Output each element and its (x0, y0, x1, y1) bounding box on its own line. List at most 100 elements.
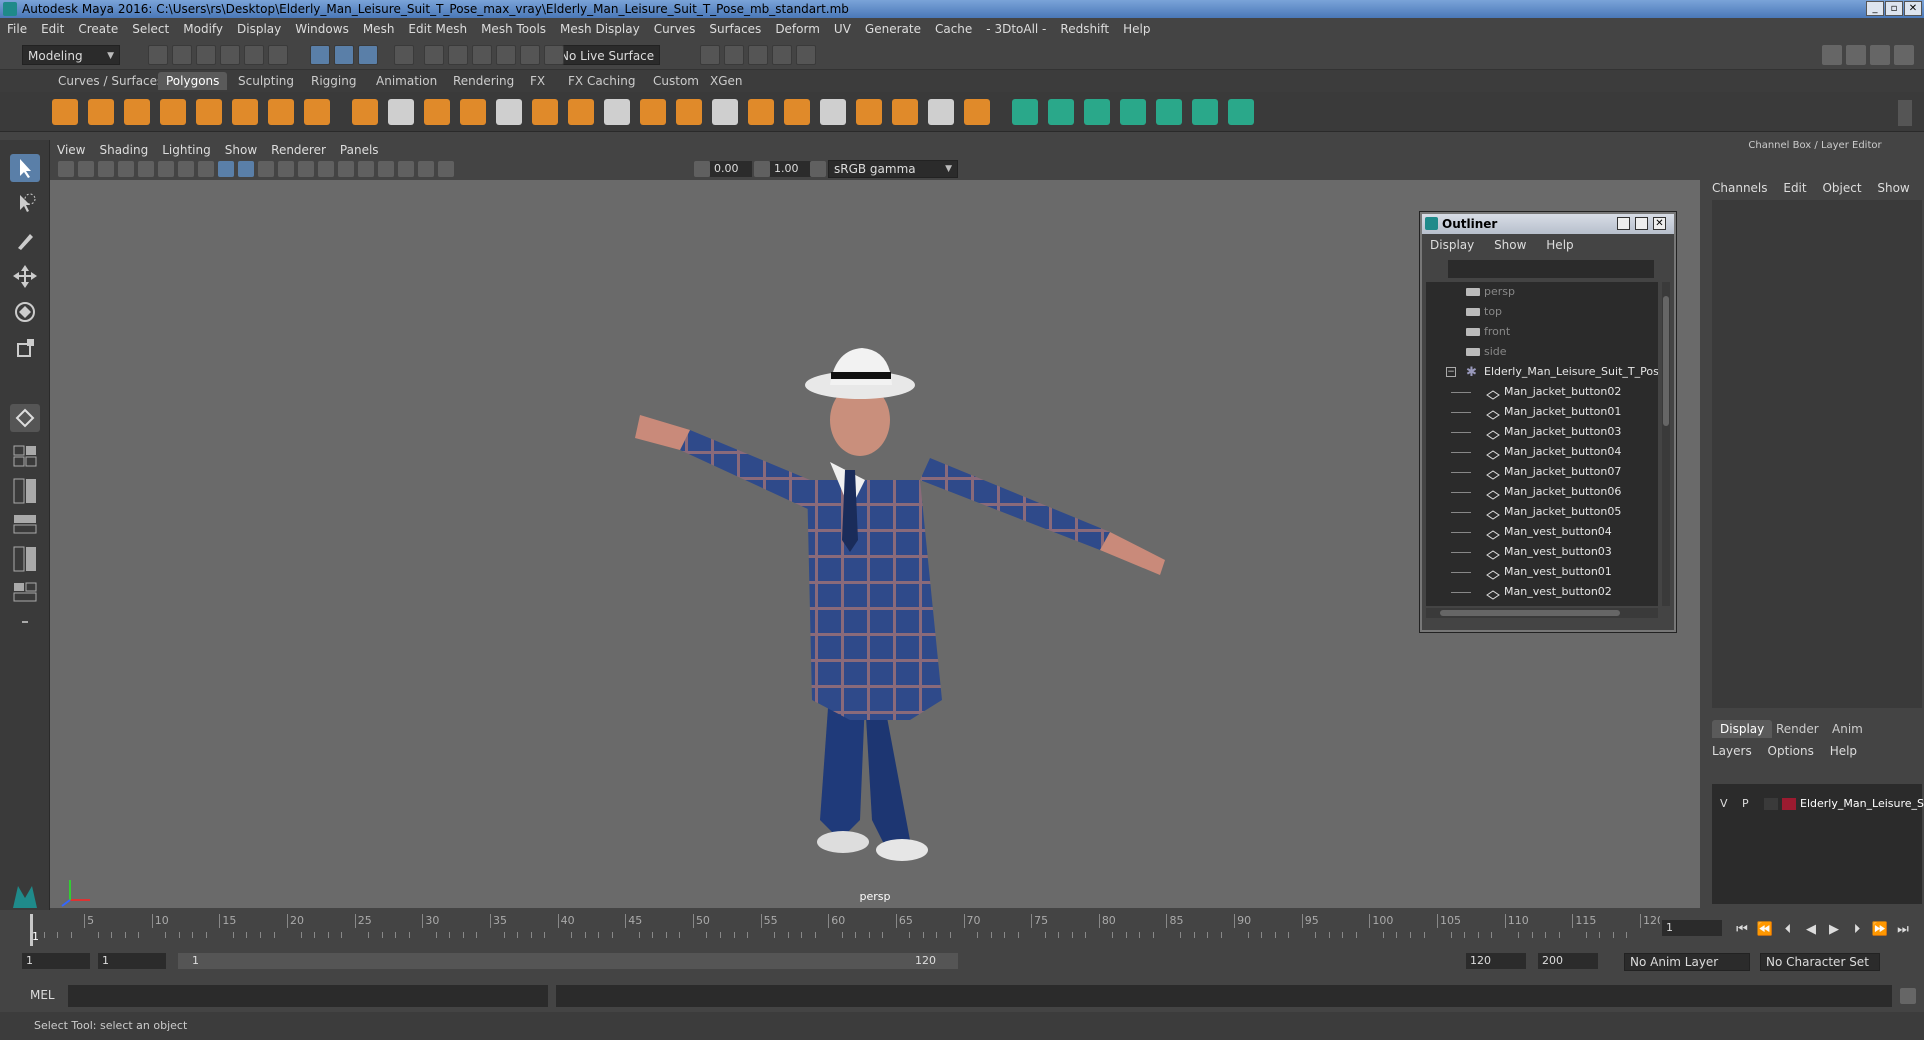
grid-icon[interactable] (178, 161, 194, 177)
outliner-item[interactable]: Man_vest_button04 (1426, 522, 1658, 542)
poly-plane-icon[interactable] (196, 99, 222, 125)
booleans-icon[interactable] (460, 99, 486, 125)
xray-components-icon[interactable] (438, 161, 454, 177)
layer-row[interactable]: V P Elderly_Man_Leisure_S (1716, 794, 1924, 814)
ambient-occlusion-icon[interactable] (318, 161, 334, 177)
shelf-tab-xgen[interactable]: XGen (702, 72, 751, 90)
character-set-selector[interactable]: No Character Set (1760, 953, 1880, 971)
poly-cube-icon[interactable] (88, 99, 114, 125)
uv-editor-icon[interactable] (1156, 99, 1182, 125)
live-surface-field[interactable]: No Live Surface (554, 45, 660, 65)
menu-edit[interactable]: Edit (34, 18, 71, 40)
go-to-start-icon[interactable]: ⏮ (1732, 920, 1752, 940)
outliner-item[interactable]: Man_jacket_button04 (1426, 442, 1658, 462)
camera-attributes-icon[interactable] (78, 161, 94, 177)
end-frame-field[interactable]: 200 (1538, 953, 1598, 969)
layer-type-toggle[interactable] (1764, 798, 1778, 810)
poly-sphere-icon[interactable] (52, 99, 78, 125)
cb-menu-channels[interactable]: Channels (1706, 181, 1774, 195)
layout-side-icon[interactable] (10, 476, 40, 506)
play-forward-icon[interactable]: ▶ (1824, 920, 1844, 940)
layer-menu-help[interactable]: Help (1824, 744, 1863, 758)
layout-graph-icon[interactable] (10, 580, 40, 604)
step-back-frame-icon[interactable]: ⏴ (1778, 920, 1798, 940)
step-back-key-icon[interactable]: ⏪ (1755, 920, 1775, 940)
extract-icon[interactable] (424, 99, 450, 125)
open-scene-icon[interactable] (172, 45, 192, 65)
outliner-close-icon[interactable]: ✕ (1653, 217, 1666, 230)
outliner-item[interactable]: Man_vest_button02 (1426, 582, 1658, 602)
shelf-tab-custom[interactable]: Custom (645, 72, 707, 90)
resolution-gate-icon[interactable] (158, 161, 174, 177)
select-tool-icon[interactable] (10, 154, 40, 182)
camera-select-icon[interactable] (58, 161, 74, 177)
poly-cylinder-icon[interactable] (124, 99, 150, 125)
layer-visibility-toggle[interactable]: V (1720, 794, 1728, 814)
shelf-tab-fx-caching[interactable]: FX Caching (560, 72, 643, 90)
wedge-icon[interactable] (964, 99, 990, 125)
rotate-tool-icon[interactable] (10, 298, 40, 326)
color-space-selector[interactable]: sRGB gamma ▼ (828, 160, 958, 178)
cylindrical-uv-icon[interactable] (1084, 99, 1110, 125)
film-gate-icon[interactable] (138, 161, 154, 177)
poly-pipe-icon[interactable] (304, 99, 330, 125)
menu-3dtoall[interactable]: - 3DtoAll - (979, 18, 1053, 40)
menu-mesh[interactable]: Mesh (356, 18, 402, 40)
channel-box-icon[interactable] (1894, 45, 1914, 65)
ipr-render-icon[interactable] (748, 45, 768, 65)
layout-four-icon[interactable] (10, 444, 40, 468)
menu-redshift[interactable]: Redshift (1053, 18, 1116, 40)
outliner-menu-display[interactable]: Display (1422, 238, 1482, 252)
smooth-shade-icon[interactable] (218, 161, 234, 177)
layer-color-swatch[interactable] (1782, 798, 1796, 810)
start-frame-field[interactable]: 1 (22, 953, 90, 969)
mode-selector[interactable]: Modeling ▼ (22, 45, 120, 65)
outliner-hscrollbar[interactable] (1426, 608, 1658, 618)
outliner-menu-help[interactable]: Help (1538, 238, 1581, 252)
viewport-menu-lighting[interactable]: Lighting (155, 140, 218, 160)
motion-blur-icon[interactable] (338, 161, 354, 177)
menu-mesh-tools[interactable]: Mesh Tools (474, 18, 553, 40)
snap-toggle-icon[interactable] (358, 45, 378, 65)
outliner-item[interactable]: front (1426, 322, 1658, 342)
xray-icon[interactable] (398, 161, 414, 177)
render-view-icon[interactable] (700, 45, 720, 65)
minimize-button[interactable]: _ (1866, 1, 1884, 16)
outliner-menu-show[interactable]: Show (1486, 238, 1534, 252)
separate-icon[interactable] (388, 99, 414, 125)
menu-help[interactable]: Help (1116, 18, 1157, 40)
poly-torus-icon[interactable] (232, 99, 258, 125)
checker-icon[interactable] (1192, 99, 1218, 125)
viewport-menu-show[interactable]: Show (218, 140, 264, 160)
outliner-maximize-icon[interactable] (1635, 217, 1648, 230)
offset-edge-icon[interactable] (892, 99, 918, 125)
snap-view-icon[interactable] (472, 45, 492, 65)
gamma-icon[interactable] (754, 161, 770, 177)
insert-edge-loop-icon[interactable] (856, 99, 882, 125)
cb-menu-show[interactable]: Show (1871, 181, 1915, 195)
outliner-item[interactable]: Man_jacket_button01 (1426, 402, 1658, 422)
redo-icon[interactable] (244, 45, 264, 65)
tab-anim[interactable]: Anim (1824, 720, 1871, 738)
wireframe-icon[interactable] (198, 161, 214, 177)
current-frame-field[interactable]: 1 (1662, 920, 1722, 936)
outliner-item[interactable]: top (1426, 302, 1658, 322)
menu-cache[interactable]: Cache (928, 18, 979, 40)
scale-tool-icon[interactable] (10, 334, 40, 362)
image-plane-icon[interactable] (118, 161, 134, 177)
target-weld-icon[interactable] (820, 99, 846, 125)
quick-layout-icon[interactable] (10, 404, 40, 432)
bevel-icon[interactable] (712, 99, 738, 125)
select-objects-icon[interactable] (310, 45, 330, 65)
bevel-edge-icon[interactable] (748, 99, 774, 125)
tool-settings-icon[interactable] (1870, 45, 1890, 65)
isolate-select-icon[interactable] (378, 161, 394, 177)
exposure-icon[interactable] (694, 161, 710, 177)
layout-stack-icon[interactable] (10, 512, 40, 536)
reduce-icon[interactable] (532, 99, 558, 125)
lasso-tool-icon[interactable] (10, 190, 40, 218)
attribute-editor-icon[interactable] (1846, 45, 1866, 65)
cb-menu-edit[interactable]: Edit (1777, 181, 1812, 195)
menu-surfaces[interactable]: Surfaces (702, 18, 768, 40)
collapse-icon[interactable]: − (1446, 367, 1456, 377)
